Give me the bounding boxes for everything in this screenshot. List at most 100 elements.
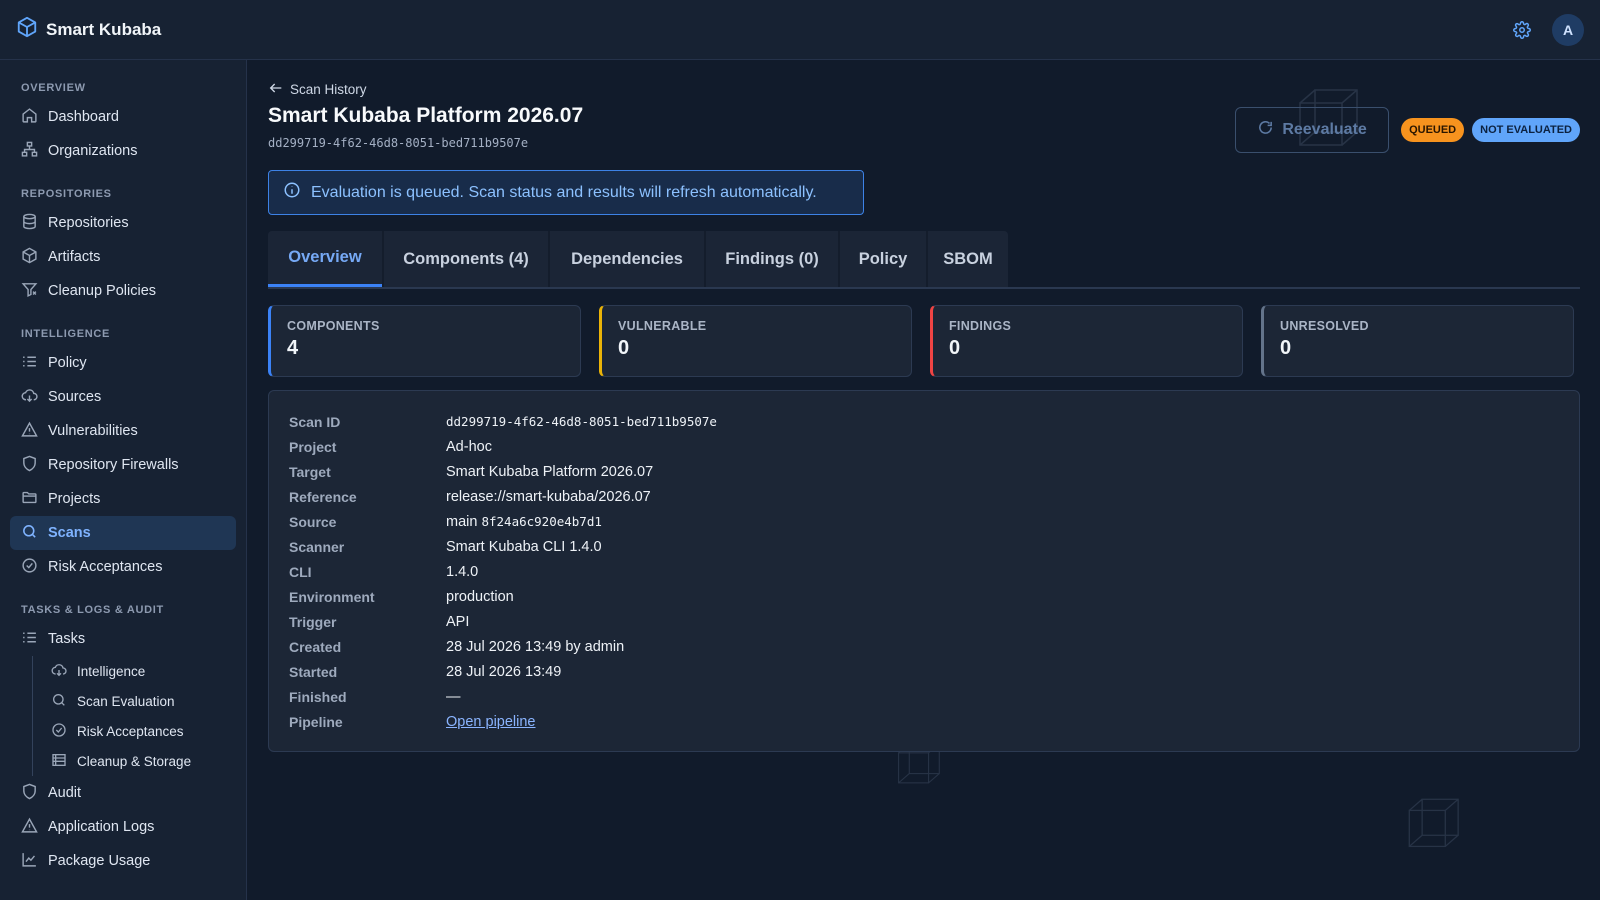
stat-value: 0	[1280, 337, 1292, 359]
source-commit: 8f24a6c920e4b7d1	[481, 513, 602, 529]
stat-card-findings: FINDINGS 0	[930, 305, 1243, 377]
open-pipeline-link[interactable]: Open pipeline	[446, 714, 536, 730]
sidebar-item-tasks[interactable]: Tasks	[10, 622, 236, 656]
header-actions: Reevaluate QUEUED NOT EVALUATED	[1235, 107, 1580, 153]
storage-icon	[51, 752, 67, 771]
status-badge-not-evaluated: NOT EVALUATED	[1472, 118, 1580, 142]
reevaluate-button[interactable]: Reevaluate	[1235, 107, 1390, 153]
sidebar-item-label: Audit	[48, 785, 82, 801]
sidebar-item-label: Risk Acceptances	[48, 559, 163, 575]
detail-key: Source	[289, 513, 337, 530]
sidebar-item-dashboard[interactable]: Dashboard	[10, 100, 236, 134]
sidebar-item-application-logs[interactable]: Application Logs	[10, 810, 236, 844]
sidebar-item-vulnerabilities[interactable]: Vulnerabilities	[10, 414, 236, 448]
tab-bar: Overview Components (4) Dependencies Fin…	[268, 231, 1580, 289]
sidebar-item-label: Repository Firewalls	[48, 457, 179, 473]
detail-value: Smart Kubaba CLI 1.4.0	[446, 538, 602, 555]
sidebar: OVERVIEW Dashboard Organizations REPOSIT…	[0, 60, 247, 900]
page-title: Smart Kubaba Platform 2026.07	[268, 104, 584, 127]
detail-value: API	[446, 613, 470, 630]
sidebar-item-label: Vulnerabilities	[48, 423, 138, 439]
detail-key: CLI	[289, 563, 312, 580]
sidebar-subitem-cleanup-storage[interactable]: Cleanup & Storage	[41, 746, 236, 776]
detail-row-source: Source main 8f24a6c920e4b7d1	[289, 509, 1559, 534]
sidebar-item-label: Scans	[48, 525, 91, 541]
tab-findings[interactable]: Findings (0)	[706, 231, 838, 287]
sidebar-item-policy[interactable]: Policy	[10, 346, 236, 380]
stat-value: 0	[618, 337, 630, 359]
detail-key: Created	[289, 638, 342, 655]
search-icon	[51, 692, 67, 711]
sidebar-subitem-risk-acceptances[interactable]: Risk Acceptances	[41, 716, 236, 746]
sidebar-section-overview: OVERVIEW	[21, 82, 86, 94]
stats-row: COMPONENTS 4 VULNERABLE 0 FINDINGS 0 UNR…	[268, 305, 1580, 377]
detail-value: 1.4.0	[446, 563, 479, 580]
stat-card-components: COMPONENTS 4	[268, 305, 581, 377]
sidebar-subitem-intelligence[interactable]: Intelligence	[41, 656, 236, 686]
reevaluate-label: Reevaluate	[1282, 121, 1367, 138]
detail-key: Trigger	[289, 613, 337, 630]
sidebar-item-cleanup-policies[interactable]: Cleanup Policies	[10, 274, 236, 308]
sidebar-item-scans[interactable]: Scans	[10, 516, 236, 550]
sidebar-item-label: Package Usage	[48, 853, 151, 869]
sidebar-item-package-usage[interactable]: Package Usage	[10, 844, 236, 878]
detail-value: release://smart-kubaba/2026.07	[446, 488, 651, 505]
check-circle-icon	[51, 722, 67, 741]
refresh-icon	[1257, 119, 1274, 141]
stat-value: 0	[949, 337, 961, 359]
sidebar-item-artifacts[interactable]: Artifacts	[10, 240, 236, 274]
sidebar-item-label: Risk Acceptances	[77, 723, 184, 739]
stat-label: COMPONENTS	[287, 319, 380, 333]
brand[interactable]: Smart Kubaba	[16, 16, 161, 43]
detail-key: Started	[289, 663, 338, 680]
filter-icon	[21, 281, 38, 302]
sidebar-section-repositories: REPOSITORIES	[21, 188, 112, 200]
sidebar-item-organizations[interactable]: Organizations	[10, 134, 236, 168]
home-icon	[21, 107, 38, 128]
sidebar-item-repositories[interactable]: Repositories	[10, 206, 236, 240]
tab-overview[interactable]: Overview	[268, 231, 382, 287]
sidebar-subitem-scan-evaluation[interactable]: Scan Evaluation	[41, 686, 236, 716]
arrow-left-icon	[268, 80, 284, 99]
sidebar-item-label: Tasks	[48, 631, 86, 647]
box-icon	[21, 247, 38, 268]
detail-row-trigger: Trigger API	[289, 609, 1559, 634]
status-badge-queued: QUEUED	[1401, 118, 1465, 142]
detail-row-scanner: Scanner Smart Kubaba CLI 1.4.0	[289, 534, 1559, 559]
source-branch: main	[446, 513, 478, 530]
detail-key: Pipeline	[289, 713, 343, 730]
sidebar-item-risk-acceptances[interactable]: Risk Acceptances	[10, 550, 236, 584]
sidebar-item-label: Intelligence	[77, 663, 146, 679]
warning-icon	[21, 421, 38, 442]
sidebar-item-label: Dashboard	[48, 109, 119, 125]
detail-key: Reference	[289, 488, 357, 505]
tab-sbom[interactable]: SBOM	[928, 231, 1008, 287]
tab-components[interactable]: Components (4)	[384, 231, 548, 287]
sidebar-item-audit[interactable]: Audit	[10, 776, 236, 810]
chart-icon	[21, 851, 38, 872]
sidebar-item-projects[interactable]: Projects	[10, 482, 236, 516]
detail-key: Environment	[289, 588, 375, 605]
tab-policy[interactable]: Policy	[840, 231, 926, 287]
stat-value: 4	[287, 337, 299, 359]
sidebar-item-sources[interactable]: Sources	[10, 380, 236, 414]
stat-label: VULNERABLE	[618, 319, 707, 333]
list-icon	[21, 629, 38, 650]
settings-gear-icon[interactable]	[1510, 18, 1534, 42]
tab-dependencies[interactable]: Dependencies	[550, 231, 704, 287]
sidebar-item-repository-firewalls[interactable]: Repository Firewalls	[10, 448, 236, 482]
back-to-scan-history-link[interactable]: Scan History	[268, 80, 367, 99]
detail-row-scan-id: Scan ID dd299719-4f62-46d8-8051-bed711b9…	[289, 409, 1559, 434]
sidebar-item-label: Cleanup Policies	[48, 283, 157, 299]
detail-row-reference: Reference release://smart-kubaba/2026.07	[289, 484, 1559, 509]
detail-value: —	[446, 688, 461, 705]
user-avatar[interactable]: A	[1552, 13, 1584, 46]
main-content: Scan History Smart Kubaba Platform 2026.…	[268, 60, 1580, 900]
database-icon	[21, 213, 38, 234]
sidebar-section-tasks: TASKS & LOGS & AUDIT	[21, 604, 164, 616]
sidebar-item-label: Repositories	[48, 215, 129, 231]
detail-value: 28 Jul 2026 13:49	[446, 663, 562, 680]
cloud-icon	[51, 662, 67, 681]
detail-row-environment: Environment production	[289, 584, 1559, 609]
sidebar-item-label: Organizations	[48, 143, 138, 159]
